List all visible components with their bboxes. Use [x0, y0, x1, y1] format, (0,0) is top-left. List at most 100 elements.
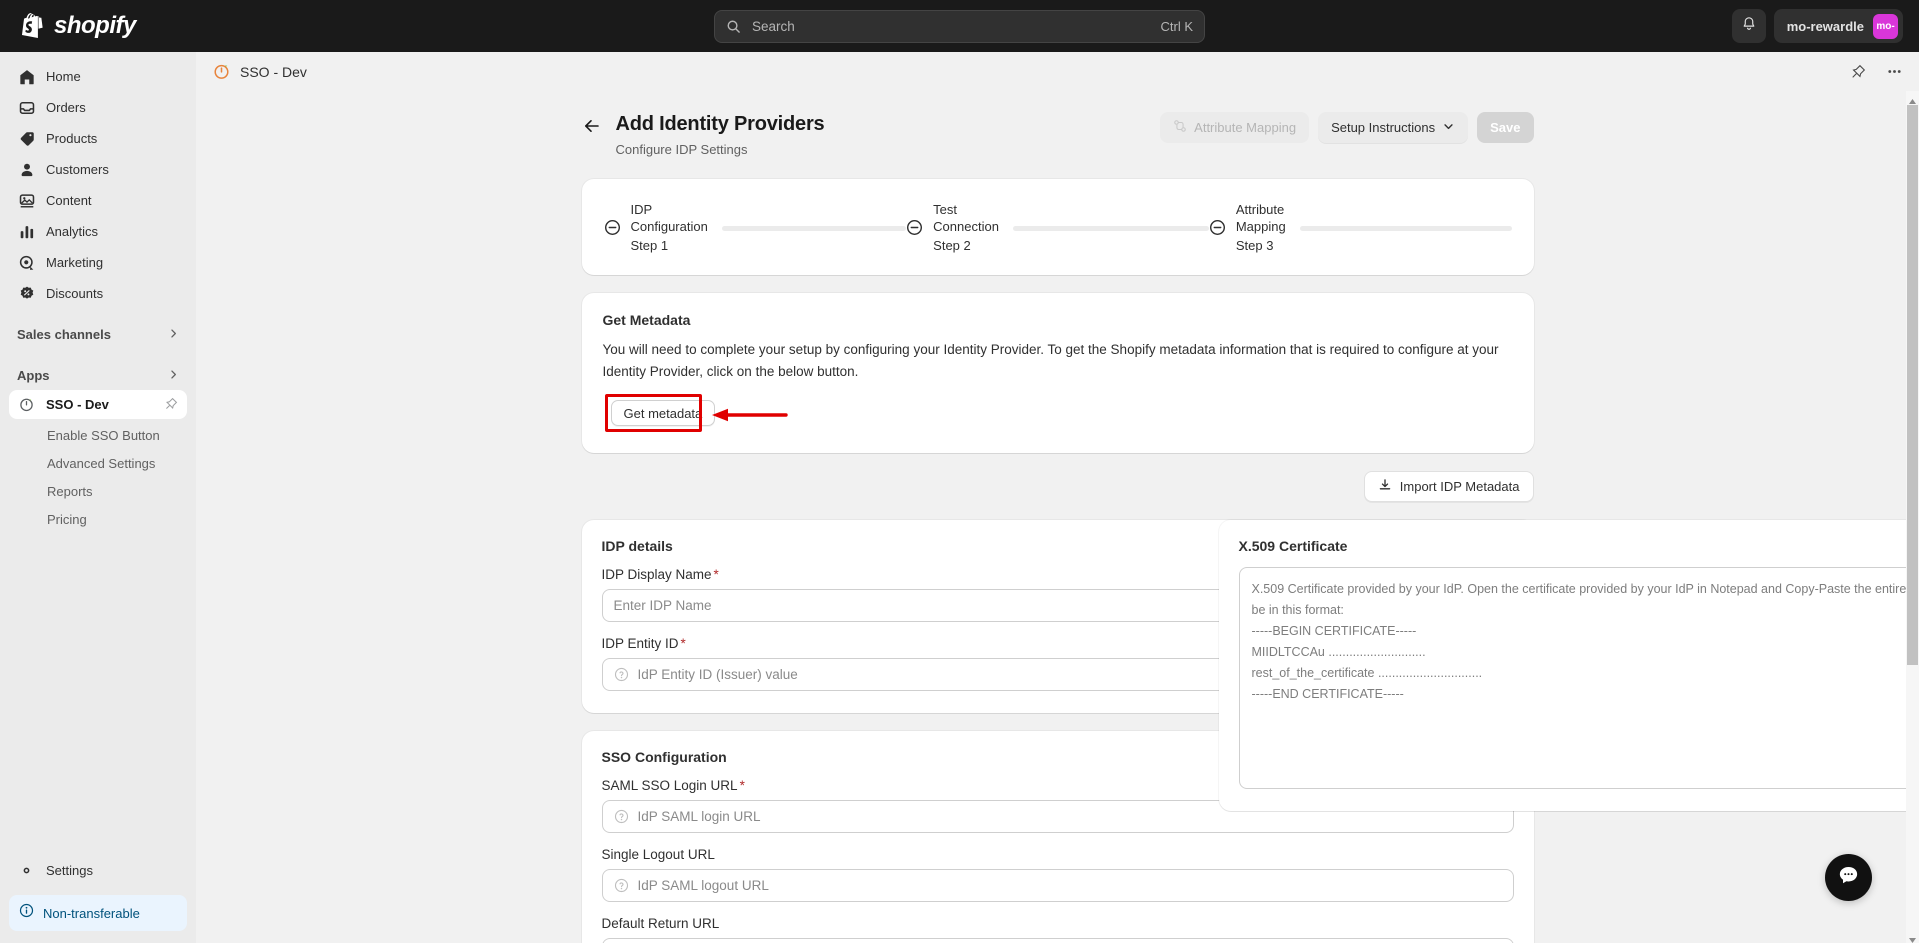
sidebar-section-apps[interactable]: Apps — [9, 361, 187, 390]
notifications-button[interactable] — [1731, 9, 1766, 43]
app-frame: SSO - Dev Add Identity Providers Configu… — [196, 52, 1919, 943]
get-metadata-button[interactable]: Get metadata — [610, 400, 716, 426]
status-badge[interactable]: Non-transferable — [9, 895, 187, 931]
stepper-step-1[interactable]: IDP Configuration Step 1 — [604, 201, 907, 253]
x509-certificate-textarea[interactable]: X.509 Certificate provided by your IdP. … — [1238, 567, 1919, 789]
field-label: Single Logout URL — [602, 847, 1514, 862]
sidebar-subitem-reports[interactable]: Reports — [9, 477, 187, 505]
sidebar-label: Products — [46, 131, 98, 146]
arrow-left-icon[interactable] — [582, 116, 602, 136]
stepper-name-line1: IDP — [630, 202, 653, 217]
sidebar-label: SSO - Dev — [46, 397, 109, 412]
sidebar-item-products[interactable]: Products — [9, 124, 187, 153]
download-icon — [1378, 478, 1392, 495]
account-name: mo-rewardle — [1786, 18, 1864, 34]
content-scrollbar[interactable] — [1906, 91, 1919, 943]
info-circle-icon — [19, 903, 34, 923]
import-idp-metadata-label: Import IDP Metadata — [1399, 479, 1520, 494]
search-placeholder: Search — [752, 19, 795, 34]
save-button[interactable]: Save — [1477, 112, 1534, 143]
attribute-mapping-button[interactable]: Attribute Mapping — [1160, 112, 1310, 143]
scrollbar-thumb[interactable] — [1907, 105, 1918, 665]
sidebar-item-home[interactable]: Home — [9, 62, 187, 91]
stepper-progress-line — [1012, 226, 1209, 231]
sidebar-item-marketing[interactable]: Marketing — [9, 248, 187, 277]
app-actions — [1847, 61, 1905, 83]
chevron-right-icon — [168, 367, 179, 385]
x509-certificate-placeholder: X.509 Certificate provided by your IdP. … — [1251, 582, 1919, 701]
sidebar-label: Home — [46, 69, 81, 84]
field-label-text: IDP Display Name — [601, 567, 712, 582]
default-return-url-input-shell[interactable] — [601, 938, 1514, 943]
single-logout-url-input-shell[interactable] — [601, 869, 1514, 902]
page-titles: Add Identity Providers Configure IDP Set… — [616, 113, 825, 157]
global-search[interactable]: Search Ctrl K — [714, 10, 1205, 43]
bell-icon — [1741, 16, 1757, 37]
chat-widget-button[interactable] — [1825, 854, 1872, 901]
default-return-url-input[interactable] — [637, 939, 1502, 943]
sso-app-icon — [17, 395, 36, 414]
top-bar: shopify Search Ctrl K mo-rewardle mo- — [0, 0, 1919, 52]
sidebar-item-analytics[interactable]: Analytics — [9, 217, 187, 246]
stepper-name-line2: Configuration — [630, 219, 708, 234]
orders-inbox-icon — [17, 98, 36, 117]
sidebar-subitem-enable-sso-button[interactable]: Enable SSO Button — [9, 421, 187, 449]
megaphone-target-icon — [17, 253, 36, 272]
required-asterisk: * — [680, 636, 686, 651]
sidebar-section-sales-channels[interactable]: Sales channels — [9, 320, 187, 349]
sidebar-item-sso-dev[interactable]: SSO - Dev — [9, 390, 187, 419]
stepper-step-number: Step 2 — [933, 238, 971, 253]
scroll-up-arrow-icon[interactable] — [1908, 93, 1917, 104]
get-metadata-title: Get Metadata — [602, 312, 691, 328]
sidebar-label: Analytics — [46, 224, 99, 239]
account-button[interactable]: mo-rewardle mo- — [1773, 9, 1903, 43]
ellipsis-icon[interactable] — [1883, 61, 1905, 83]
help-circle-icon[interactable] — [614, 878, 629, 893]
search-icon — [726, 19, 741, 34]
shopify-wordmark: shopify — [54, 12, 136, 39]
stepper-step-2[interactable]: Test Connection Step 2 — [906, 201, 1209, 253]
pin-icon[interactable] — [164, 397, 179, 412]
stepper-step-body: Test Connection Step 2 — [933, 201, 999, 253]
sidebar-item-discounts[interactable]: Discounts — [9, 279, 187, 308]
avatar: mo- — [1873, 13, 1898, 39]
annotation-arrow-icon — [708, 406, 788, 424]
search-shortcut: Ctrl K — [1160, 19, 1194, 34]
sidebar: Home Orders Products Customers Content A… — [0, 52, 196, 943]
x509-certificate-title: X.509 Certificate — [1238, 538, 1348, 554]
sidebar-item-customers[interactable]: Customers — [9, 155, 187, 184]
minus-circle-icon — [604, 219, 621, 236]
left-column: IDP details IDP Display Name* 0/20 — [581, 520, 1534, 943]
import-idp-metadata-button[interactable]: Import IDP Metadata — [1363, 471, 1534, 502]
get-metadata-card: Get Metadata You will need to complete y… — [581, 293, 1534, 453]
field-label-text: SAML SSO Login URL — [601, 778, 738, 793]
help-circle-icon[interactable] — [614, 667, 629, 682]
scroll-down-arrow-icon[interactable] — [1908, 932, 1917, 943]
stepper: IDP Configuration Step 1 Test Connection… — [581, 179, 1534, 275]
sidebar-label: Marketing — [46, 255, 104, 270]
app-content: Add Identity Providers Configure IDP Set… — [196, 91, 1919, 943]
app-title: SSO - Dev — [240, 63, 307, 80]
page-header: Add Identity Providers Configure IDP Set… — [582, 91, 1534, 157]
stepper-step-3[interactable]: Attribute Mapping Step 3 — [1209, 201, 1512, 253]
sidebar-item-orders[interactable]: Orders — [9, 93, 187, 122]
setup-instructions-button[interactable]: Setup Instructions — [1318, 112, 1469, 143]
minus-circle-icon — [1209, 219, 1226, 236]
pin-icon[interactable] — [1847, 61, 1869, 83]
sidebar-subitem-pricing[interactable]: Pricing — [9, 505, 187, 533]
shopify-bag-icon — [22, 13, 45, 39]
sidebar-section-label: Apps — [17, 368, 50, 383]
status-badge-label: Non-transferable — [43, 905, 140, 921]
stepper-progress-line — [1299, 226, 1512, 231]
sidebar-subitem-advanced-settings[interactable]: Advanced Settings — [9, 449, 187, 477]
minus-circle-icon — [906, 219, 923, 236]
sidebar-item-content[interactable]: Content — [9, 186, 187, 215]
help-circle-icon[interactable] — [614, 809, 629, 824]
sidebar-item-settings[interactable]: Settings — [9, 856, 187, 885]
gear-icon — [17, 861, 36, 880]
single-logout-url-input[interactable] — [637, 870, 1502, 901]
shopify-logo[interactable]: shopify — [22, 12, 136, 40]
sidebar-label: Customers — [46, 162, 109, 177]
sso-app-icon — [212, 62, 231, 81]
x509-certificate-card: X.509 Certificate X.509 Certificate prov… — [1218, 520, 1919, 811]
